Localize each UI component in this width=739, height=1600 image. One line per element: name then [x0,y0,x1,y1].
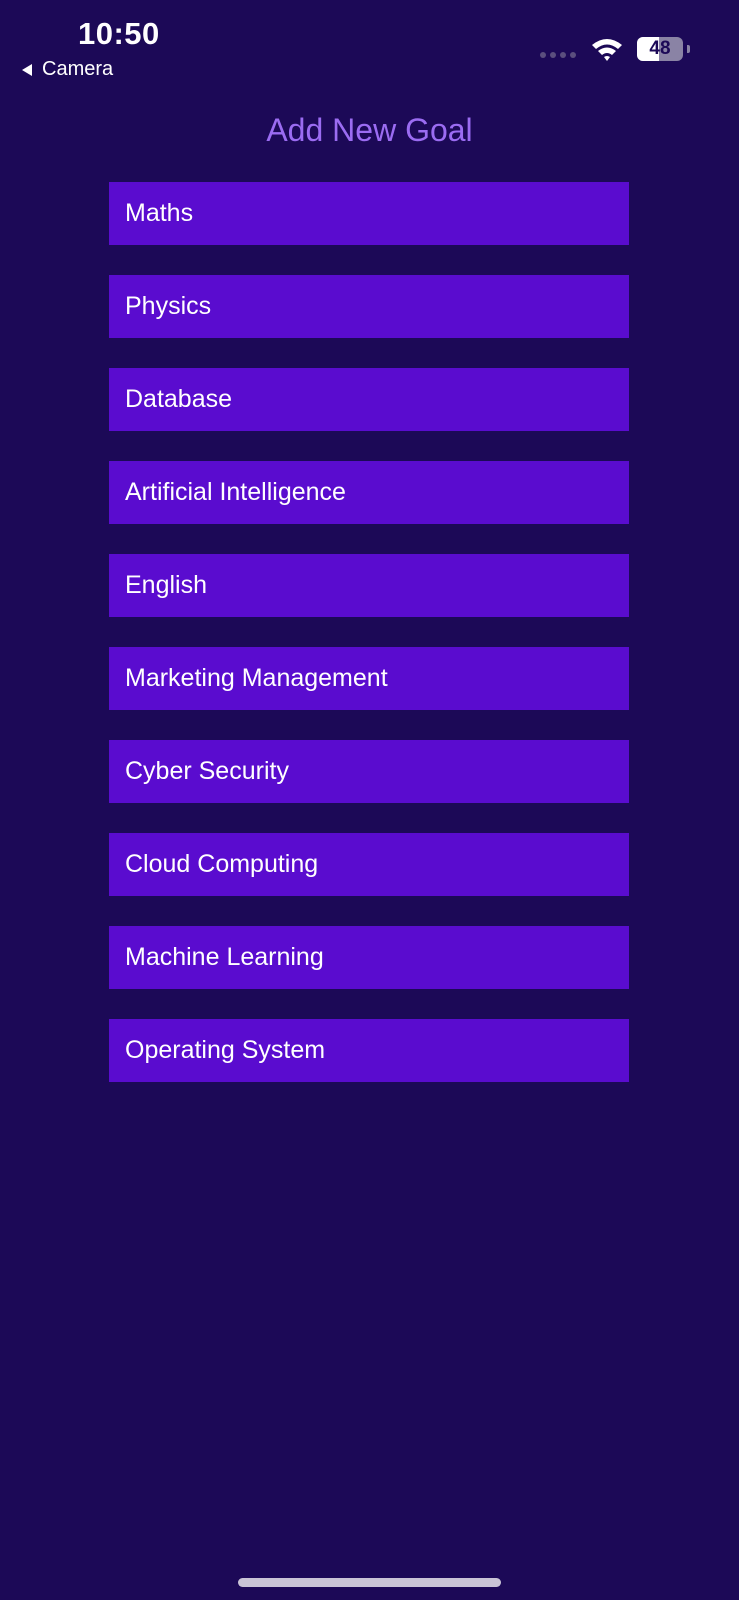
goal-item-cyber-security[interactable]: Cyber Security [109,740,629,803]
goal-item-cloud-computing[interactable]: Cloud Computing [109,833,629,896]
battery-icon: 48 [637,37,690,61]
status-bar: 10:50 Camera 48 [0,0,739,90]
signal-icon [540,52,576,58]
goal-item-physics[interactable]: Physics [109,275,629,338]
goal-list: Maths Physics Database Artificial Intell… [109,182,629,1112]
goal-item-marketing-management[interactable]: Marketing Management [109,647,629,710]
back-arrow-icon [22,63,32,76]
goal-item-maths[interactable]: Maths [109,182,629,245]
goal-item-machine-learning[interactable]: Machine Learning [109,926,629,989]
page-title: Add New Goal [266,112,473,148]
battery-nub [687,45,690,53]
back-to-camera-button[interactable]: Camera [22,58,113,81]
wifi-icon [592,39,622,61]
goal-item-database[interactable]: Database [109,368,629,431]
battery-body: 48 [637,37,683,61]
status-time: 10:50 [78,16,160,51]
goal-item-operating-system[interactable]: Operating System [109,1019,629,1082]
battery-level: 48 [649,38,671,59]
back-label: Camera [42,58,114,80]
goal-item-artificial-intelligence[interactable]: Artificial Intelligence [109,461,629,524]
home-indicator[interactable] [238,1578,501,1587]
goal-item-english[interactable]: English [109,554,629,617]
